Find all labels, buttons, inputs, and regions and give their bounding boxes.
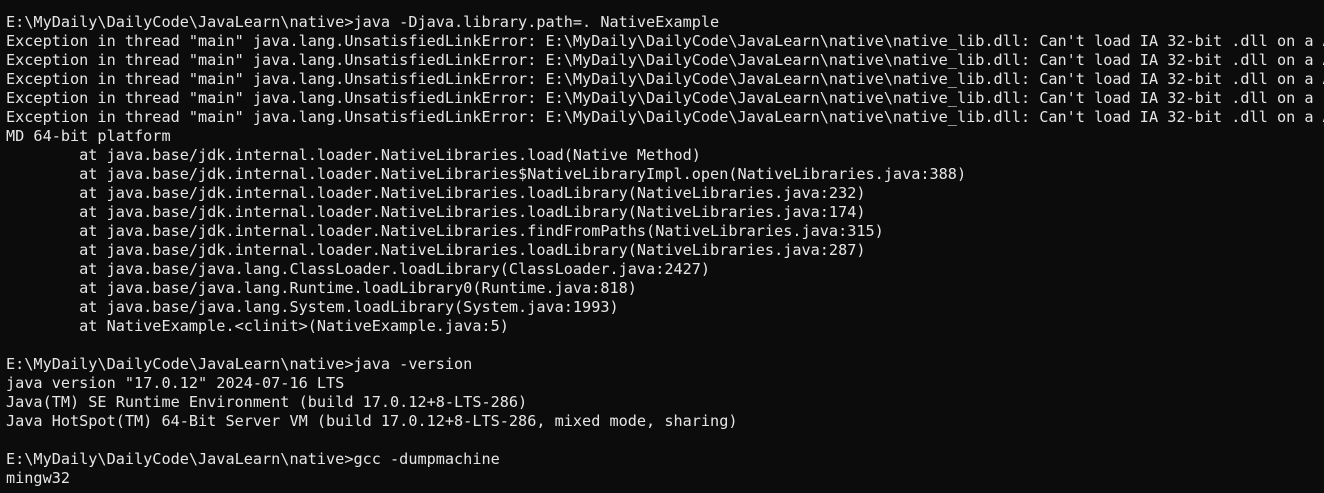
terminal-line-output: mingw32 <box>6 469 71 487</box>
terminal-line-error: Exception in thread "main" java.lang.Uns… <box>6 32 1324 50</box>
terminal-line-command: E:\MyDaily\DailyCode\JavaLearn\native>ja… <box>6 13 720 31</box>
terminal-line-stacktrace: at java.base/java.lang.Runtime.loadLibra… <box>6 279 637 297</box>
terminal-line-command: E:\MyDaily\DailyCode\JavaLearn\native>ja… <box>6 355 473 373</box>
terminal-line-error: Exception in thread "main" java.lang.Uns… <box>6 89 1314 107</box>
terminal-line-output: Java(TM) SE Runtime Environment (build 1… <box>6 393 528 411</box>
terminal-line-stacktrace: at java.base/java.lang.System.loadLibrar… <box>6 298 619 316</box>
terminal-line-error: Exception in thread "main" java.lang.Uns… <box>6 51 1324 69</box>
terminal-line-stacktrace: at java.base/java.lang.ClassLoader.loadL… <box>6 260 711 278</box>
terminal-line-stacktrace: at java.base/jdk.internal.loader.NativeL… <box>6 203 866 221</box>
terminal-line-stacktrace: at java.base/jdk.internal.loader.NativeL… <box>6 146 701 164</box>
terminal-line-error: Exception in thread "main" java.lang.Uns… <box>6 70 1324 88</box>
terminal-line-output: java version "17.0.12" 2024-07-16 LTS <box>6 374 345 392</box>
terminal-line-error: Exception in thread "main" java.lang.Uns… <box>6 108 1324 126</box>
terminal-line-stacktrace: at java.base/jdk.internal.loader.NativeL… <box>6 184 866 202</box>
terminal-line-stacktrace: at java.base/jdk.internal.loader.NativeL… <box>6 165 967 183</box>
terminal-line-stacktrace: at java.base/jdk.internal.loader.NativeL… <box>6 241 866 259</box>
terminal-line-stacktrace: at java.base/jdk.internal.loader.NativeL… <box>6 222 884 240</box>
terminal-line-command: E:\MyDaily\DailyCode\JavaLearn\native>gc… <box>6 450 500 468</box>
terminal-line-stacktrace: at NativeExample.<clinit>(NativeExample.… <box>6 317 509 335</box>
terminal-line-output: Java HotSpot(TM) 64-Bit Server VM (build… <box>6 412 738 430</box>
terminal-window[interactable]: E:\MyDaily\DailyCode\JavaLearn\native>ja… <box>0 0 1324 493</box>
terminal-line-error: MD 64-bit platform <box>6 127 171 145</box>
